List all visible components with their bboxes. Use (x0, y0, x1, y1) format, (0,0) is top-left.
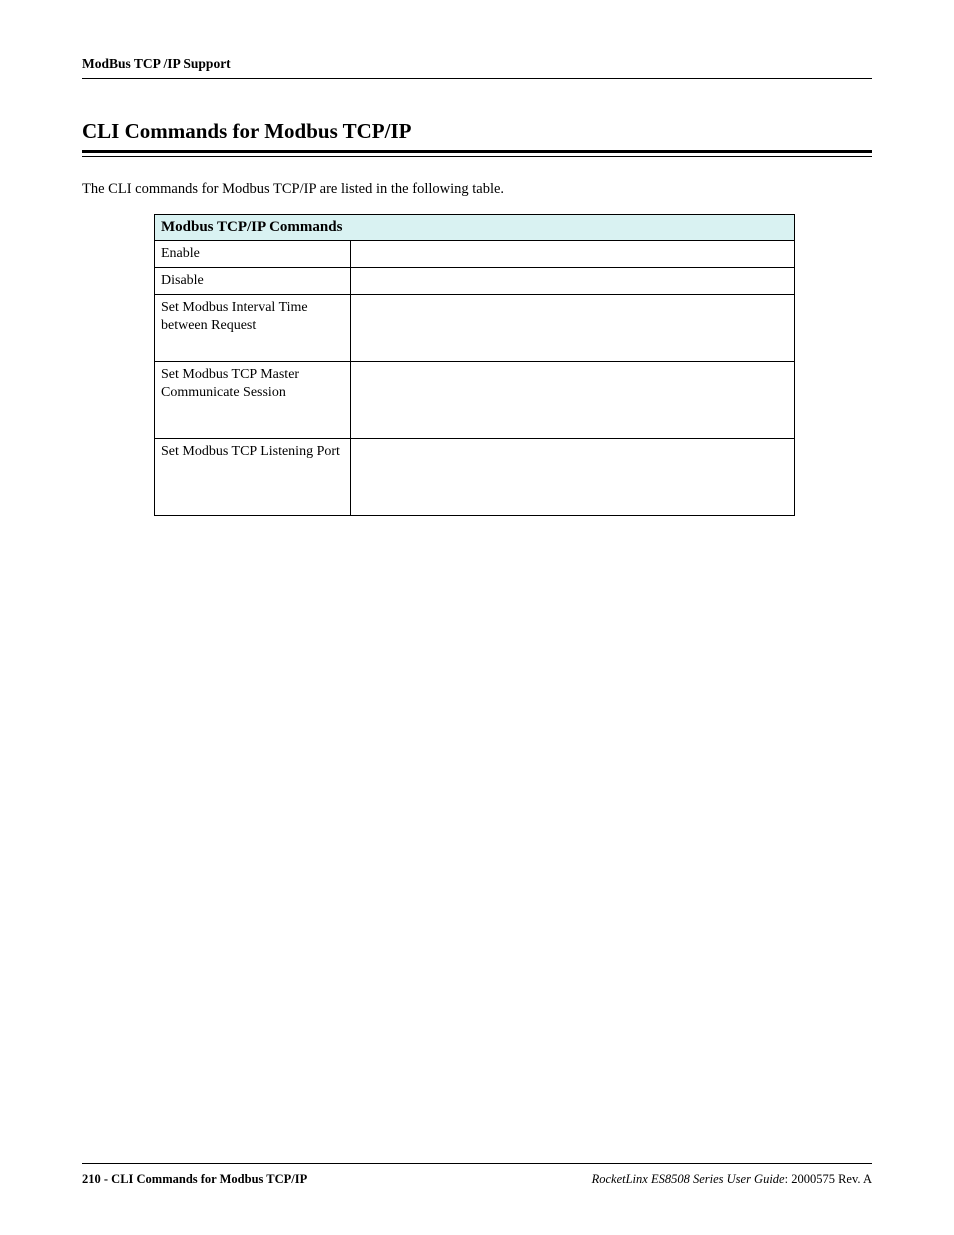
cmd-label: Disable (155, 268, 351, 295)
footer-doc-ref: RocketLinx ES8508 Series User Guide: 200… (592, 1172, 872, 1187)
section-rule (82, 150, 872, 157)
footer-page-label: 210 - CLI Commands for Modbus TCP/IP (82, 1172, 307, 1187)
cmd-label: Set Modbus TCP Master Communicate Sessio… (155, 362, 351, 439)
cmd-label: Set Modbus TCP Listening Port (155, 439, 351, 516)
cmd-value (351, 439, 795, 516)
footer-doc-title: RocketLinx ES8508 Series User Guide (592, 1172, 785, 1186)
page-footer: 210 - CLI Commands for Modbus TCP/IP Roc… (82, 1163, 872, 1187)
table-row: Enable (155, 241, 795, 268)
table-row: Set Modbus TCP Master Communicate Sessio… (155, 362, 795, 439)
commands-table: Modbus TCP/IP Commands Enable Disable Se… (154, 214, 795, 516)
cmd-label: Set Modbus Interval Time between Request (155, 295, 351, 362)
table-caption: Modbus TCP/IP Commands (155, 215, 795, 241)
footer-doc-rev: : 2000575 Rev. A (785, 1172, 872, 1186)
cmd-value (351, 362, 795, 439)
cmd-value (351, 295, 795, 362)
table-row: Set Modbus Interval Time between Request (155, 295, 795, 362)
running-header: ModBus TCP /IP Support (82, 56, 872, 79)
cmd-value (351, 241, 795, 268)
table-row: Disable (155, 268, 795, 295)
section-intro: The CLI commands for Modbus TCP/IP are l… (82, 181, 872, 198)
cmd-label: Enable (155, 241, 351, 268)
cmd-value (351, 268, 795, 295)
table-row: Set Modbus TCP Listening Port (155, 439, 795, 516)
section-title: CLI Commands for Modbus TCP/IP (82, 119, 872, 144)
